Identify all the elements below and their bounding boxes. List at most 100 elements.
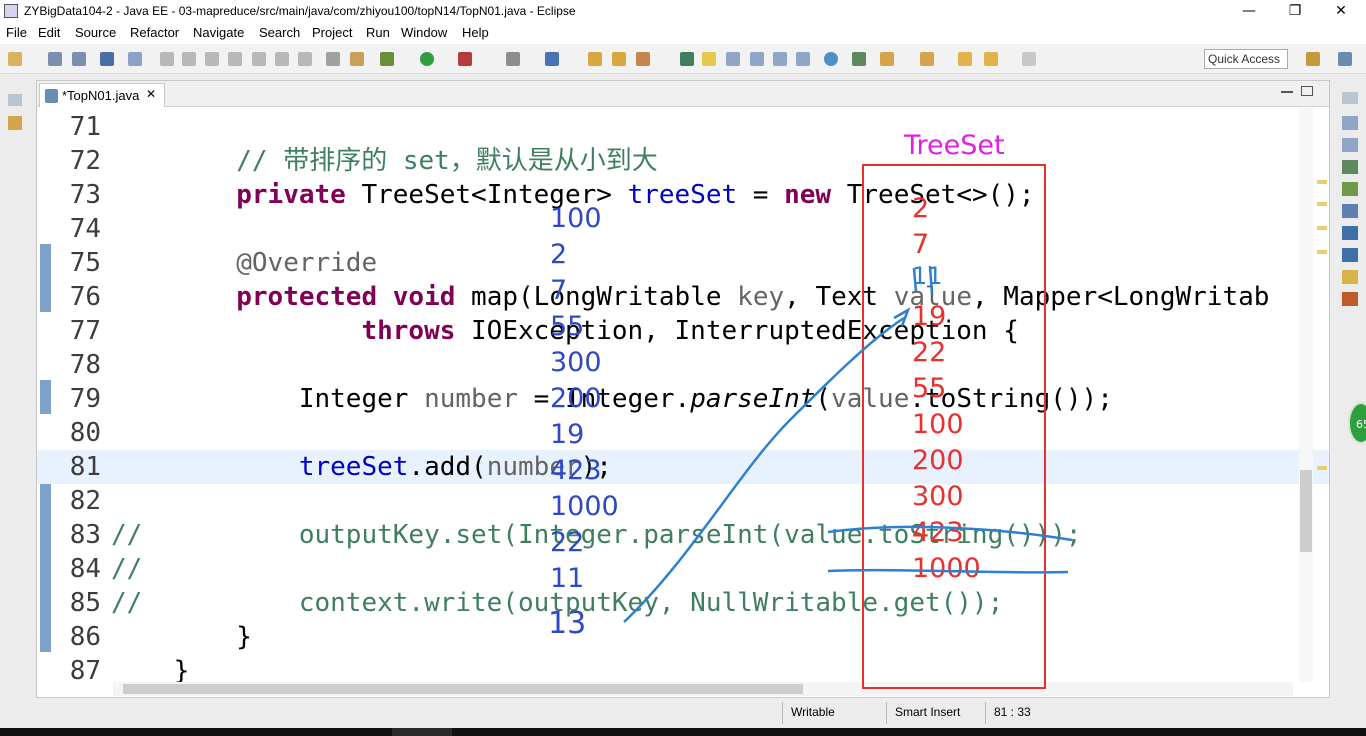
step-into-icon[interactable] xyxy=(252,52,266,66)
run-icon[interactable] xyxy=(420,52,434,66)
debug-icon[interactable] xyxy=(380,52,394,66)
code-line-86[interactable]: 86 } xyxy=(37,620,1329,654)
maximize-editor-icon[interactable] xyxy=(1301,86,1313,96)
line-number: 71 xyxy=(69,112,101,142)
minimize-button[interactable]: — xyxy=(1226,0,1272,24)
new-icon[interactable] xyxy=(8,52,22,66)
menu-window[interactable]: Window xyxy=(401,25,447,40)
show-whitespace-icon[interactable] xyxy=(773,52,787,66)
back-icon[interactable] xyxy=(984,52,998,66)
horizontal-scroll-thumb[interactable] xyxy=(123,684,803,694)
code-line-82[interactable]: 82 xyxy=(37,484,1329,518)
quick-access-input[interactable]: Quick Access xyxy=(1204,49,1288,69)
search-tool-icon[interactable] xyxy=(636,52,650,66)
use-step-filters-icon[interactable] xyxy=(326,52,340,66)
code-line-79[interactable]: 79 Integer number = Integer.parseInt(val… xyxy=(37,382,1329,416)
vertical-scroll-thumb[interactable] xyxy=(1300,470,1312,552)
terminate-icon[interactable] xyxy=(205,52,219,66)
step-over-icon[interactable] xyxy=(275,52,289,66)
snippets-icon[interactable] xyxy=(1342,248,1358,262)
minimize-editor-icon[interactable] xyxy=(1281,91,1293,93)
menu-search[interactable]: Search xyxy=(259,25,300,40)
code-line-72[interactable]: 72 // 带排序的 set，默认是从小到大 xyxy=(37,144,1329,178)
horizontal-scrollbar[interactable] xyxy=(113,682,1293,696)
run-external-tools-icon[interactable] xyxy=(458,52,472,66)
restore-view-icon[interactable] xyxy=(8,94,22,106)
package-explorer-icon[interactable] xyxy=(8,116,22,130)
close-window-button[interactable]: ✕ xyxy=(1318,0,1364,24)
code-line-81[interactable]: 81 treeSet.add(number); xyxy=(37,450,1329,484)
code-line-75[interactable]: 75 @Override xyxy=(37,246,1329,280)
drop-to-frame-icon[interactable] xyxy=(350,52,364,66)
code-line-84[interactable]: 84 // xyxy=(37,552,1329,586)
last-edit-location-icon[interactable] xyxy=(958,52,972,66)
debug-server-icon[interactable] xyxy=(852,52,866,66)
resume-icon[interactable] xyxy=(160,52,174,66)
menu-file[interactable]: File xyxy=(6,25,27,40)
open-type-icon[interactable] xyxy=(588,52,602,66)
close-tab-icon[interactable]: ✕ xyxy=(146,87,156,101)
restore-button[interactable]: ❐ xyxy=(1272,0,1318,24)
tab-label: *TopN01.java xyxy=(62,88,140,103)
block-selection-icon[interactable] xyxy=(726,52,740,66)
mark-occurrences-icon[interactable] xyxy=(702,52,716,66)
code-line-80[interactable]: 80 xyxy=(37,416,1329,450)
code-area[interactable]: 71 72 // 带排序的 set，默认是从小到大 73 private TreeS… xyxy=(37,108,1329,682)
suspend-icon[interactable] xyxy=(182,52,196,66)
menu-project[interactable]: Project xyxy=(312,25,352,40)
next-annotation-icon[interactable] xyxy=(880,52,894,66)
outline-icon[interactable] xyxy=(1342,116,1358,130)
servers-icon[interactable] xyxy=(1342,182,1358,196)
markers-icon[interactable] xyxy=(1342,160,1358,174)
tab-topn01-java[interactable]: *TopN01.java ✕ xyxy=(39,83,165,107)
toggle-annotation-icon[interactable] xyxy=(680,52,694,66)
code-line-87[interactable]: 87 } xyxy=(37,654,1329,682)
previous-annotation-icon[interactable] xyxy=(920,52,934,66)
menu-refactor[interactable]: Refactor xyxy=(130,25,179,40)
forward-icon[interactable] xyxy=(1022,52,1036,66)
new-java-class-icon[interactable] xyxy=(545,52,559,66)
code-line-85[interactable]: 85 // context.write(outputKey, NullWritab… xyxy=(37,586,1329,620)
vertical-scrollbar[interactable] xyxy=(1299,108,1313,682)
code-line-77[interactable]: 77 throws IOException, InterruptedExcept… xyxy=(37,314,1329,348)
overview-mark[interactable] xyxy=(1317,466,1327,470)
code-line-73[interactable]: 73 private TreeSet<Integer> treeSet = ne… xyxy=(37,178,1329,212)
taskbar-app[interactable] xyxy=(392,728,452,736)
word-wrap-icon[interactable] xyxy=(750,52,764,66)
save-icon[interactable] xyxy=(48,52,62,66)
overview-mark[interactable] xyxy=(1317,202,1327,206)
code-line-83[interactable]: 83 // outputKey.set(Integer.parseInt(valu… xyxy=(37,518,1329,552)
code-token: number xyxy=(486,452,581,482)
paragraph-icon[interactable] xyxy=(796,52,810,66)
java-ee-perspective-icon[interactable] xyxy=(1338,52,1352,66)
save-all-icon[interactable] xyxy=(72,52,86,66)
restore-right-icon[interactable] xyxy=(1342,92,1358,104)
web-browser-icon[interactable] xyxy=(824,52,838,66)
menu-run[interactable]: Run xyxy=(366,25,390,40)
progress-icon[interactable] xyxy=(1342,270,1358,284)
open-folder-icon[interactable] xyxy=(612,52,626,66)
console-icon[interactable] xyxy=(1342,226,1358,240)
code-line-76[interactable]: 76 protected void map(LongWritable key, … xyxy=(37,280,1329,314)
junit-icon[interactable] xyxy=(1342,292,1358,306)
overview-mark[interactable] xyxy=(1317,226,1327,230)
overview-mark[interactable] xyxy=(1317,180,1327,184)
new-server-icon[interactable] xyxy=(506,52,520,66)
disconnect-icon[interactable] xyxy=(228,52,242,66)
code-line-71[interactable]: 71 xyxy=(37,110,1329,144)
skip-breakpoints-icon[interactable] xyxy=(128,52,142,66)
menu-edit[interactable]: Edit xyxy=(38,25,60,40)
code-line-74[interactable]: 74 xyxy=(37,212,1329,246)
code-text: Integer number = Integer.parseInt(value.… xyxy=(111,382,1113,416)
code-token: // context.write(outputKey, NullWritable… xyxy=(111,588,1004,618)
open-perspective-icon[interactable] xyxy=(1306,52,1320,66)
overview-mark[interactable] xyxy=(1317,250,1327,254)
code-line-78[interactable]: 78 xyxy=(37,348,1329,382)
data-source-icon[interactable] xyxy=(1342,204,1358,218)
step-return-icon[interactable] xyxy=(298,52,312,66)
print-icon[interactable] xyxy=(100,52,114,66)
task-list-icon[interactable] xyxy=(1342,138,1358,152)
menu-navigate[interactable]: Navigate xyxy=(193,25,244,40)
menu-source[interactable]: Source xyxy=(75,25,116,40)
menu-help[interactable]: Help xyxy=(462,25,489,40)
